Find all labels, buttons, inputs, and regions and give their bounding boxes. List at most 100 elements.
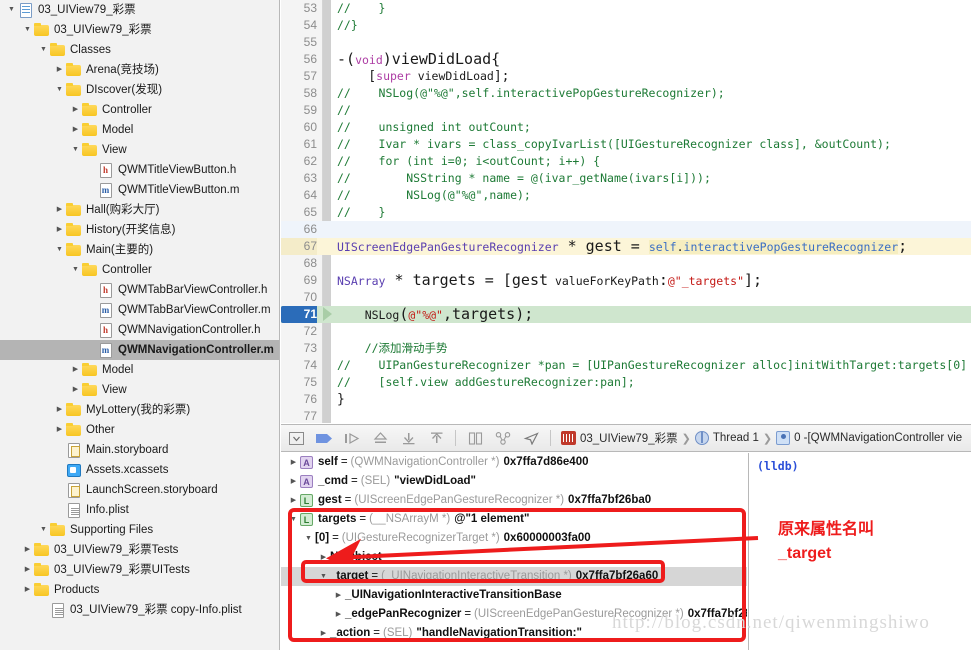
jump-bar-scheme[interactable]: 03_UIView79_彩票 (580, 430, 678, 446)
code-line[interactable]: 54 //} (281, 17, 971, 34)
disclosure-triangle-icon[interactable] (22, 560, 33, 580)
disclosure-triangle-icon[interactable] (332, 586, 345, 605)
code-line[interactable]: 67 UIScreenEdgePanGestureRecognizer * ges… (281, 238, 971, 255)
debug-toolbar[interactable]: 03_UIView79_彩票 ❯ Thread 1 ❯ 0 -[QWMNavig… (281, 424, 971, 452)
disclosure-triangle-icon[interactable] (38, 40, 49, 60)
debug-view-hierarchy-button[interactable] (466, 430, 484, 446)
disclosure-triangle-icon[interactable] (332, 605, 345, 624)
navigator-item[interactable]: Main.storyboard (0, 440, 279, 460)
variable-row[interactable]: A _cmd=(SEL)"viewDidLoad" (281, 472, 747, 491)
variables-view[interactable]: Aself=(QWMNavigationController *)0x7ffa7… (281, 453, 747, 650)
navigator-item[interactable]: Products (0, 580, 279, 600)
code-line[interactable]: 55 (281, 34, 971, 51)
disclosure-triangle-icon[interactable] (70, 120, 81, 140)
debug-console[interactable]: (lldb) (748, 453, 971, 650)
disclosure-triangle-icon[interactable] (54, 220, 65, 240)
jump-bar-frame[interactable]: 0 -[QWMNavigationController vie (794, 432, 962, 444)
code-line[interactable]: 75 // [self.view addGestureRecognizer:pan… (281, 374, 971, 391)
navigator-item[interactable]: Assets.xcassets (0, 460, 279, 480)
navigator-item[interactable]: m QWMTitleViewButton.m (0, 180, 279, 200)
code-line[interactable]: 71 NSLog(@"%@",targets); (281, 306, 971, 323)
step-out-button[interactable] (399, 430, 417, 446)
step-into-button[interactable] (371, 430, 389, 446)
disclosure-triangle-icon[interactable] (287, 491, 300, 510)
navigator-item[interactable]: Arena(竞技场) (0, 60, 279, 80)
code-line[interactable]: 53 // } (281, 0, 971, 17)
disclosure-triangle-icon[interactable] (287, 510, 300, 529)
code-line[interactable]: 69 NSArray * targets = [gest valueForKeyP… (281, 272, 971, 289)
debug-memory-graph-button[interactable] (494, 430, 512, 446)
code-line[interactable]: 63 // NSString * name = @(ivar_getName(iv… (281, 170, 971, 187)
navigator-item[interactable]: DIscover(发现) (0, 80, 279, 100)
disclosure-triangle-icon[interactable] (70, 380, 81, 400)
navigator-item[interactable]: Controller (0, 100, 279, 120)
navigator-item[interactable]: Model (0, 120, 279, 140)
code-line[interactable]: 59 // (281, 102, 971, 119)
code-line[interactable]: 77 (281, 408, 971, 423)
step-over-button[interactable] (343, 430, 361, 446)
source-editor[interactable]: 53// } 54//} 55 56 -(void)viewDidLoad{57 [su… (281, 0, 971, 423)
navigator-item[interactable]: h QWMNavigationController.h (0, 320, 279, 340)
disclosure-triangle-icon[interactable] (317, 624, 330, 643)
navigator-item[interactable]: h QWMTitleViewButton.h (0, 160, 279, 180)
disclosure-triangle-icon[interactable] (302, 529, 315, 548)
code-line[interactable]: 64 // NSLog(@"%@",name); (281, 187, 971, 204)
disclosure-triangle-icon[interactable] (70, 140, 81, 160)
navigator-item[interactable]: Controller (0, 260, 279, 280)
code-line[interactable]: 61 // Ivar * ivars = class_copyIvarList([… (281, 136, 971, 153)
code-line[interactable]: 65 // } (281, 204, 971, 221)
simulate-location-button[interactable] (522, 430, 540, 446)
code-line[interactable]: 66 (281, 221, 971, 238)
navigator-item[interactable]: 03_UIView79_彩票Tests (0, 540, 279, 560)
variable-row[interactable]: NSObject (281, 548, 747, 567)
disclosure-triangle-icon[interactable] (54, 80, 65, 100)
navigator-item[interactable]: m QWMTabBarViewController.m (0, 300, 279, 320)
hide-debug-area-button[interactable] (287, 430, 305, 446)
navigator-item[interactable]: 03_UIView79_彩票 (0, 20, 279, 40)
code-line[interactable]: 70 (281, 289, 971, 306)
code-line[interactable]: 60 // unsigned int outCount; (281, 119, 971, 136)
disclosure-triangle-icon[interactable] (22, 20, 33, 40)
disclosure-triangle-icon[interactable] (317, 548, 330, 567)
disclosure-triangle-icon[interactable] (6, 0, 17, 20)
variable-row[interactable]: _edgePanRecognizer=(UIScreenEdgePanGestu… (281, 605, 747, 624)
disclosure-triangle-icon[interactable] (54, 240, 65, 260)
navigator-item[interactable]: 03_UIView79_彩票 copy-Info.plist (0, 600, 279, 620)
navigator-item[interactable]: LaunchScreen.storyboard (0, 480, 279, 500)
variable-row[interactable]: Aself=(QWMNavigationController *)0x7ffa7… (281, 453, 747, 472)
step-out-up-button[interactable] (427, 430, 445, 446)
disclosure-triangle-icon[interactable] (54, 400, 65, 420)
code-line[interactable]: 68 (281, 255, 971, 272)
code-line[interactable]: 73 //添加滑动手势 (281, 340, 971, 357)
variable-row[interactable]: _UINavigationInteractiveTransitionBase (281, 586, 747, 605)
disclosure-triangle-icon[interactable] (54, 60, 65, 80)
variable-row[interactable]: Lgest=(UIScreenEdgePanGestureRecognizer … (281, 491, 747, 510)
navigator-item[interactable]: Other (0, 420, 279, 440)
disclosure-triangle-icon[interactable] (70, 260, 81, 280)
navigator-item[interactable]: Info.plist (0, 500, 279, 520)
navigator-item[interactable]: Model (0, 360, 279, 380)
disclosure-triangle-icon[interactable] (70, 100, 81, 120)
navigator-item[interactable]: Classes (0, 40, 279, 60)
code-line[interactable]: 57 [super viewDidLoad]; (281, 68, 971, 85)
jump-bar-thread[interactable]: Thread 1 (713, 432, 759, 444)
navigator-item[interactable]: m QWMNavigationController.m (0, 340, 279, 360)
continue-button[interactable] (315, 430, 333, 446)
navigator-item[interactable]: 03_UIView79_彩票UITests (0, 560, 279, 580)
debug-jump-bar[interactable]: 03_UIView79_彩票 ❯ Thread 1 ❯ 0 -[QWMNavig… (561, 430, 962, 446)
disclosure-triangle-icon[interactable] (287, 453, 300, 472)
navigator-item[interactable]: h QWMTabBarViewController.h (0, 280, 279, 300)
disclosure-triangle-icon[interactable] (54, 420, 65, 440)
variable-row[interactable]: Ltargets=(__NSArrayM *)@"1 element" (281, 510, 747, 529)
variable-row[interactable]: _action=(SEL)"handleNavigationTransition… (281, 624, 747, 643)
disclosure-triangle-icon[interactable] (38, 520, 49, 540)
disclosure-triangle-icon[interactable] (70, 360, 81, 380)
navigator-item[interactable]: 03_UIView79_彩票 (0, 0, 279, 20)
navigator-item[interactable]: Hall(购彩大厅) (0, 200, 279, 220)
disclosure-triangle-icon[interactable] (54, 200, 65, 220)
navigator-item[interactable]: Supporting Files (0, 520, 279, 540)
code-line[interactable]: 74 // UIPanGestureRecognizer *pan = [UIPa… (281, 357, 971, 374)
navigator-item[interactable]: View (0, 380, 279, 400)
navigator-item[interactable]: MyLottery(我的彩票) (0, 400, 279, 420)
code-line[interactable]: 56 -(void)viewDidLoad{ (281, 51, 971, 68)
